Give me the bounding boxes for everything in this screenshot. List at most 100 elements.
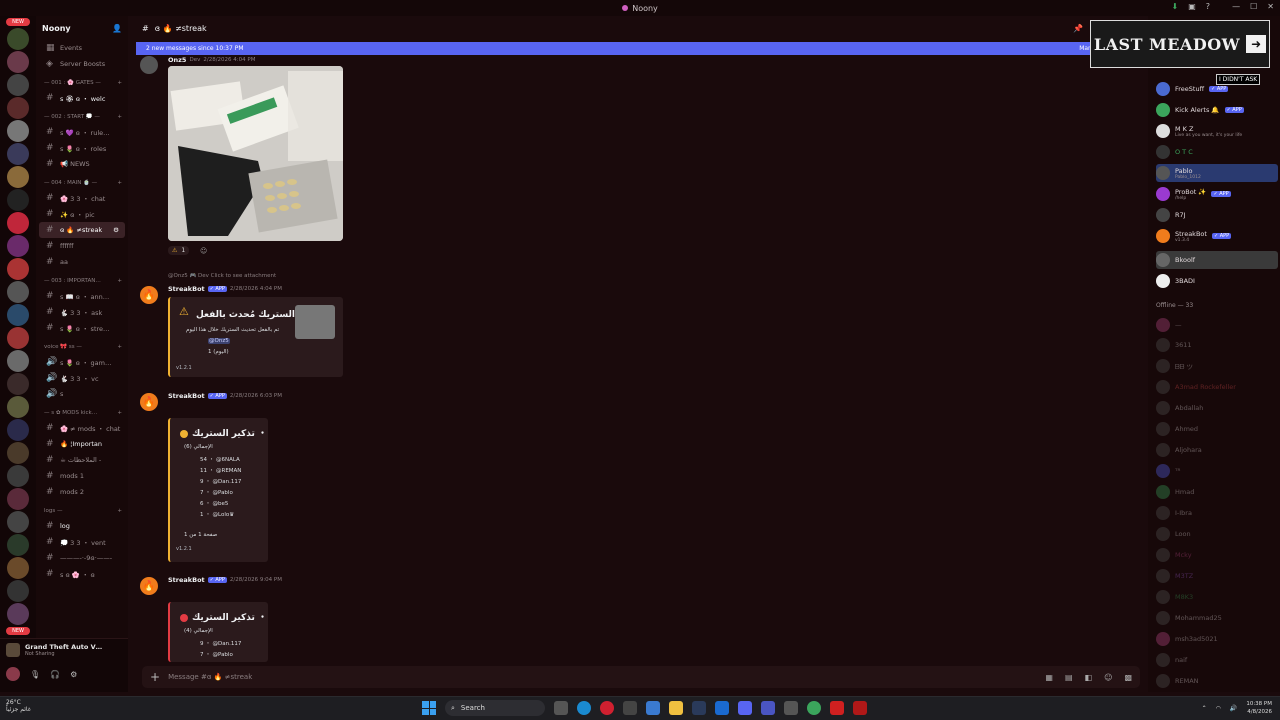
category-header[interactable]: — ꜱ ✿ MODS kick… + <box>36 406 128 420</box>
channel-events[interactable]: ▦ Events <box>36 40 128 56</box>
channel-item[interactable]: # 🐇 3 3 ・ ask <box>36 304 128 320</box>
member-item[interactable]: O T C <box>1156 143 1278 161</box>
message-author[interactable]: Onz5 <box>168 56 186 64</box>
member-item[interactable]: R7J <box>1156 206 1278 224</box>
server-icon[interactable] <box>7 166 29 188</box>
sticker-icon[interactable]: ◧ <box>1085 673 1093 682</box>
channel-item[interactable]: # ꜱ 📖 ɞ ・ ann… <box>36 288 128 304</box>
server-icon[interactable] <box>7 97 29 119</box>
server-icon[interactable] <box>7 258 29 280</box>
add-channel-icon[interactable]: + <box>117 508 122 514</box>
add-channel-icon[interactable]: + <box>117 114 122 120</box>
channel-item[interactable]: # 📢 NEWS <box>36 156 128 172</box>
member-item[interactable]: Mohammad25 <box>1156 609 1278 627</box>
server-icon[interactable] <box>7 603 29 625</box>
close-button[interactable]: ✕ <box>1267 2 1274 11</box>
member-item[interactable]: Ahmed <box>1156 420 1278 438</box>
avatar[interactable]: 🔥 <box>140 577 158 595</box>
download-icon[interactable]: ⬇ <box>1171 2 1178 11</box>
mention[interactable]: @Onz5 <box>208 338 230 344</box>
server-icon[interactable] <box>7 212 29 234</box>
server-icon[interactable] <box>7 511 29 533</box>
channel-item-streak[interactable]: # ɞ 🔥 ≠streak ⚙ <box>39 222 125 238</box>
server-icon[interactable] <box>7 120 29 142</box>
member-item[interactable]: REMAN <box>1156 672 1278 690</box>
category-header[interactable]: — 001 : 🌸 GATES — + <box>36 76 128 90</box>
member-item[interactable]: Bkoolf <box>1156 251 1278 269</box>
channel-item[interactable]: # 🌸 3 3 ・ chat <box>36 190 128 206</box>
taskbar-search[interactable]: ⌕ Search <box>445 700 545 716</box>
edge-icon[interactable] <box>577 701 591 715</box>
server-icon[interactable] <box>7 281 29 303</box>
member-item[interactable]: M8K3 <box>1156 588 1278 606</box>
server-icon[interactable] <box>7 465 29 487</box>
settings-icon[interactable] <box>784 701 798 715</box>
server-icon[interactable] <box>7 235 29 257</box>
server-icon[interactable] <box>7 557 29 579</box>
member-item[interactable]: A3mad Rockefeller <box>1156 378 1278 396</box>
volume-icon[interactable]: 🔊 <box>1230 705 1237 712</box>
member-item[interactable]: StreakBot v1.3.4 ✓ APP <box>1156 227 1278 245</box>
activity-game[interactable]: Grand Theft Auto V… Not Sharing <box>0 639 128 657</box>
adobe-icon[interactable] <box>830 701 844 715</box>
channel-item[interactable]: # ꜱ 💜 ɞ ・ rule… <box>36 124 128 140</box>
server-icon[interactable] <box>7 327 29 349</box>
inbox-icon[interactable]: ▣ <box>1188 2 1196 11</box>
member-item[interactable]: Kick Alerts 🔔 ✓ APP <box>1156 101 1278 119</box>
channel-item[interactable]: # mods 2 <box>36 484 128 500</box>
server-icon[interactable] <box>7 580 29 602</box>
channel-item[interactable]: # ꜱ 🌷 ɞ ・ roles <box>36 140 128 156</box>
channel-server-boosts[interactable]: ◈ Server Boosts <box>36 56 128 72</box>
avatar[interactable]: 🔥 <box>140 393 158 411</box>
member-item[interactable]: Loon <box>1156 525 1278 543</box>
headphones-icon[interactable]: 🎧 <box>50 670 60 679</box>
category-header[interactable]: — 004 : MAIN 🍵 — + <box>36 176 128 190</box>
server-icon[interactable] <box>7 350 29 372</box>
gear-icon[interactable]: ⚙ <box>70 670 77 679</box>
channel-item[interactable]: # mods 1 <box>36 468 128 484</box>
channel-item[interactable]: # ffffff <box>36 238 128 254</box>
server-icon[interactable] <box>7 143 29 165</box>
category-header[interactable]: — 002 : START 💭 — + <box>36 110 128 124</box>
member-item[interactable]: ᗷᗷ ツ <box>1156 357 1278 375</box>
member-item[interactable]: Mcky <box>1156 546 1278 564</box>
member-item[interactable]: Aljohara <box>1156 441 1278 459</box>
file-explorer-icon[interactable] <box>669 701 683 715</box>
channel-item[interactable]: # ———-·-9ɞ·——- <box>36 550 128 566</box>
channel-item[interactable]: # ꜱ 🏵 ɞ ・ welc <box>36 90 128 106</box>
channel-item[interactable]: # aa <box>36 254 128 270</box>
channel-item[interactable]: # 💭 3 3 ・ vent <box>36 534 128 550</box>
channel-item[interactable]: # 🔥 ¦Importan <box>36 436 128 452</box>
channel-item[interactable]: # 🌸 ≠ mods ・ chat <box>36 420 128 436</box>
embed-thumbnail[interactable] <box>295 305 335 339</box>
member-item[interactable]: M K Z Live as you want, it's your life <box>1156 122 1278 140</box>
add-member-icon[interactable]: 👤 <box>112 24 122 33</box>
message-author[interactable]: StreakBot <box>168 576 205 584</box>
channel-item[interactable]: # log <box>36 518 128 534</box>
channel-item[interactable]: # ꜱ 🌷 ɞ ・ stre… <box>36 320 128 336</box>
reaction[interactable]: ⚠ 1 <box>168 246 190 255</box>
message-author[interactable]: StreakBot <box>168 392 205 400</box>
avatar[interactable] <box>140 56 158 74</box>
add-channel-icon[interactable]: + <box>117 278 122 284</box>
pdf-icon[interactable] <box>853 701 867 715</box>
avatar[interactable] <box>6 667 20 681</box>
server-icon[interactable] <box>7 419 29 441</box>
channel-item[interactable]: 🔊 s <box>36 386 128 402</box>
maximize-button[interactable]: ☐ <box>1250 2 1257 11</box>
server-icon[interactable] <box>7 488 29 510</box>
settings-icon[interactable]: ⚙ <box>113 226 119 234</box>
member-item[interactable]: 3611 <box>1156 336 1278 354</box>
server-icon[interactable] <box>7 534 29 556</box>
category-header[interactable]: logs — + <box>36 504 128 518</box>
discord-icon[interactable] <box>761 701 775 715</box>
add-attachment-button[interactable]: + <box>150 670 160 684</box>
server-icon[interactable] <box>7 28 29 50</box>
wifi-icon[interactable]: ◠ <box>1216 705 1221 712</box>
channel-item[interactable]: 🔊 🐇 3 3 ・ vc <box>36 370 128 386</box>
member-item[interactable]: M3TZ <box>1156 567 1278 585</box>
channel-item[interactable]: # ✨ ɞ ・ pic <box>36 206 128 222</box>
opera-icon[interactable] <box>600 701 614 715</box>
discord-icon[interactable] <box>738 701 752 715</box>
new-messages-bar[interactable]: 2 new messages since 10:37 PM Mark <box>136 42 1096 55</box>
